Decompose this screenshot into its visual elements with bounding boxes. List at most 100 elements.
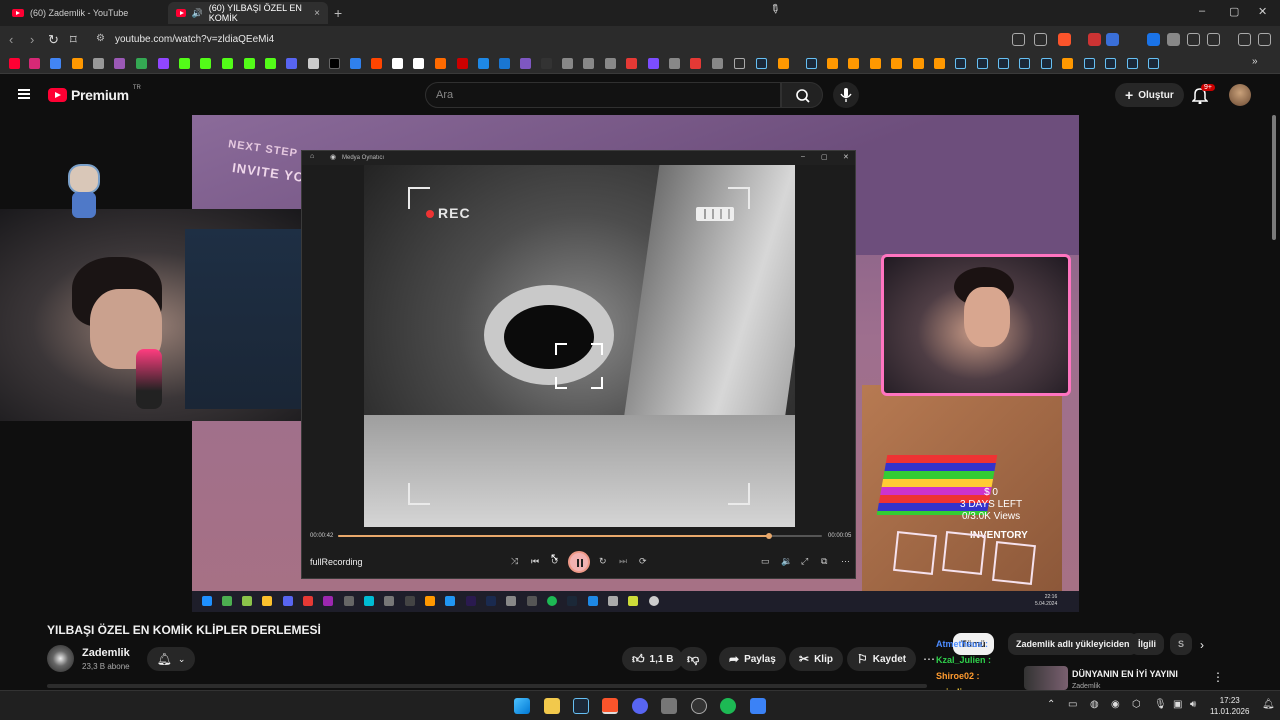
bookmarks-overflow-icon[interactable]: » (1252, 56, 1263, 67)
cast-icon[interactable] (1012, 33, 1025, 46)
bookmark-icon[interactable] (308, 58, 319, 69)
more-actions-icon[interactable]: ⋯ (923, 652, 935, 666)
chip-more[interactable]: S (1170, 633, 1193, 655)
url-field[interactable]: youtube.com/watch?v=zldiaQEeMi4 (115, 34, 274, 45)
bookmark-x-icon[interactable] (329, 58, 340, 69)
bookmark-icon[interactable] (891, 58, 902, 69)
bookmark-kick-icon[interactable] (200, 58, 211, 69)
bookmark-kick-icon[interactable] (244, 58, 255, 69)
tab-current-video[interactable]: 🔊 (60) YILBAŞI ÖZEL EN KOMİK × (168, 2, 328, 24)
app-icon[interactable] (750, 698, 766, 714)
create-button[interactable]: + Oluştur (1115, 83, 1184, 107)
minimize-icon[interactable]: – (801, 153, 805, 160)
bookmark-steam-icon[interactable] (1084, 58, 1095, 69)
bookmark-icon[interactable] (605, 58, 616, 69)
bookmark-icon[interactable] (778, 58, 789, 69)
bookmark-youtube-icon[interactable] (9, 58, 20, 69)
repeat-icon[interactable]: ⟳ (639, 556, 647, 567)
bookmark-icon[interactable] (93, 58, 104, 69)
chip-related[interactable]: İlgili (1130, 633, 1164, 655)
dislike-button[interactable]: 👎︎ (679, 647, 708, 671)
bookmark-icon[interactable] (870, 58, 881, 69)
youtube-logo[interactable]: Premium TR (48, 85, 141, 103)
steam-icon[interactable] (573, 698, 589, 714)
seek-thumb[interactable] (765, 533, 772, 539)
tab-zademlik[interactable]: (60) Zademlik - YouTube (4, 2, 164, 24)
new-tab-button[interactable]: + (334, 5, 342, 21)
bookmark-icon[interactable] (286, 58, 297, 69)
app-icon[interactable] (661, 698, 677, 714)
seek-bar[interactable] (338, 533, 822, 539)
search-button[interactable] (781, 82, 823, 108)
discord-icon[interactable] (632, 698, 648, 714)
bookmark-icon[interactable] (136, 58, 147, 69)
recommended-more-icon[interactable]: ⋮ (1212, 670, 1224, 684)
bookmark-icon[interactable]: ⌑ (70, 32, 77, 48)
bookmark-steam-icon[interactable] (1105, 58, 1116, 69)
forward-icon[interactable]: ↻ (599, 556, 607, 567)
volume-icon[interactable]: 🔉 (781, 556, 792, 567)
bookmark-kick-icon[interactable] (222, 58, 233, 69)
bookmark-icon[interactable] (848, 58, 859, 69)
tray-icon[interactable]: ◍ (1090, 699, 1099, 710)
bookmark-icon[interactable] (520, 58, 531, 69)
bookmark-icon[interactable] (457, 58, 468, 69)
bookmark-folder-icon[interactable] (734, 58, 745, 69)
back-icon[interactable]: ‹ (9, 32, 13, 47)
clip-button[interactable]: ✂ Klip (789, 647, 843, 671)
extension-icon[interactable] (1147, 33, 1160, 46)
tray-icon[interactable]: ▭ (1068, 699, 1077, 710)
bookmark-steam-icon[interactable] (1127, 58, 1138, 69)
bookmark-reddit-icon[interactable] (371, 58, 382, 69)
bookmark-icon[interactable] (583, 58, 594, 69)
chevron-right-icon[interactable]: › (1200, 638, 1204, 652)
bookmark-icon[interactable] (392, 58, 403, 69)
bookmark-steam-icon[interactable] (955, 58, 966, 69)
media-icon[interactable] (1238, 33, 1251, 46)
bookmark-steam-icon[interactable] (756, 58, 767, 69)
bookmark-icon[interactable] (435, 58, 446, 69)
brave-shield-icon[interactable] (1058, 33, 1071, 46)
site-info-icon[interactable]: ⚙ (96, 33, 105, 44)
extension-icon[interactable] (1167, 33, 1180, 46)
bookmark-icon[interactable] (562, 58, 573, 69)
bookmark-icon[interactable] (478, 58, 489, 69)
share-button[interactable]: ➦ Paylaş (719, 647, 786, 671)
tray-overflow-icon[interactable]: ⌃ (1047, 699, 1055, 710)
close-window-button[interactable]: ✕ (1258, 5, 1267, 18)
search-input[interactable]: Ara (425, 82, 781, 108)
minimize-button[interactable]: – (1199, 5, 1205, 17)
more-icon[interactable]: ⋯ (841, 556, 850, 567)
bookmark-icon[interactable] (499, 58, 510, 69)
extension-icon[interactable] (1106, 33, 1119, 46)
miniplayer-icon[interactable]: ⧉ (821, 556, 827, 567)
maximize-icon[interactable]: ▢ (821, 153, 828, 161)
bookmark-steam-icon[interactable] (1148, 58, 1159, 69)
sidebar-icon[interactable] (1207, 33, 1220, 46)
bookmark-icon[interactable] (72, 58, 83, 69)
menu-icon[interactable] (18, 89, 30, 99)
subscription-bell-button[interactable]: 🔔︎ ⌄ (147, 647, 195, 671)
shuffle-icon[interactable]: ⤨ (511, 556, 518, 567)
bookmark-icon[interactable] (934, 58, 945, 69)
bookmark-steam-icon[interactable] (998, 58, 1009, 69)
tray-steam-icon[interactable]: ◉ (1111, 699, 1120, 710)
home-icon[interactable]: ⌂ (310, 153, 314, 160)
bookmark-steam-icon[interactable] (977, 58, 988, 69)
bookmark-icon[interactable] (712, 58, 723, 69)
forward-icon[interactable]: › (30, 32, 34, 47)
recommended-thumbnail[interactable] (1024, 666, 1068, 690)
bookmark-steam-icon[interactable] (1019, 58, 1030, 69)
share-icon[interactable] (1034, 33, 1047, 46)
previous-icon[interactable]: ⏮ (531, 556, 539, 567)
start-icon[interactable] (514, 698, 530, 714)
subtitles-icon[interactable]: ▭ (761, 556, 770, 567)
voice-search-button[interactable] (833, 82, 859, 108)
bookmark-instagram-icon[interactable] (29, 58, 40, 69)
os-clock[interactable]: 17:23 11.01.2026 (1210, 695, 1249, 717)
bookmark-icon[interactable] (1062, 58, 1073, 69)
save-button[interactable]: ⚐ Kaydet (847, 647, 917, 671)
bookmark-kick-icon[interactable] (179, 58, 190, 69)
brave-icon[interactable] (602, 698, 618, 714)
pause-button[interactable] (568, 551, 590, 573)
